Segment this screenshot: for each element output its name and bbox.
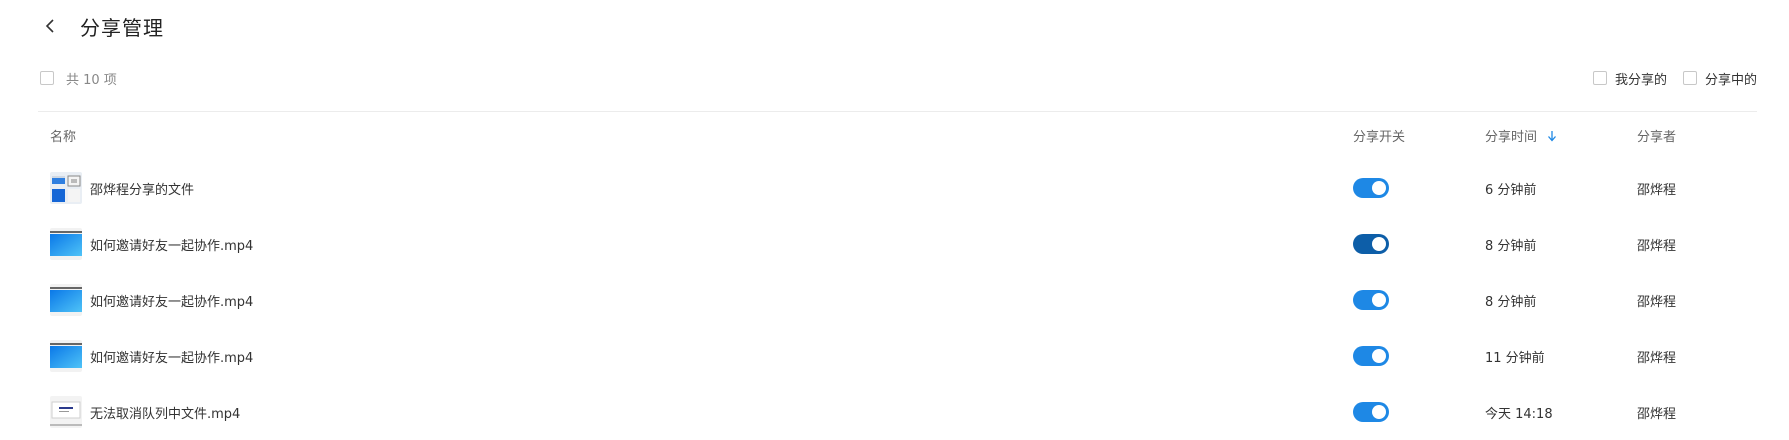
video-thumbnail <box>50 228 82 260</box>
column-header-time-label: 分享时间 <box>1485 130 1538 145</box>
file-name[interactable]: 如何邀请好友一起协作.mp4 <box>90 291 253 310</box>
share-toggle[interactable] <box>1353 402 1389 422</box>
share-owner: 邵烨程 <box>1637 350 1677 366</box>
share-time: 8 分钟前 <box>1485 294 1537 310</box>
table-header: 名称 分享开关 分享时间 分享者 <box>0 124 1789 146</box>
select-all-checkbox[interactable] <box>40 71 54 85</box>
share-time: 8 分钟前 <box>1485 238 1537 254</box>
video-thumbnail <box>50 340 82 372</box>
share-time: 11 分钟前 <box>1485 350 1545 366</box>
back-button[interactable] <box>38 14 62 38</box>
chevron-left-icon <box>45 19 54 33</box>
column-header-toggle: 分享开关 <box>1353 130 1406 145</box>
filter-checkbox[interactable] <box>1682 71 1697 85</box>
file-name[interactable]: 如何邀请好友一起协作.mp4 <box>90 235 253 254</box>
share-time: 今天 14:18 <box>1485 406 1553 422</box>
filter-label: 分享中的 <box>1704 72 1757 88</box>
table-row[interactable]: 如何邀请好友一起协作.mp4 11 分钟前 邵烨程 <box>0 328 1789 384</box>
table-row[interactable]: 如何邀请好友一起协作.mp4 8 分钟前 邵烨程 <box>0 216 1789 272</box>
video-screen-thumbnail <box>50 396 82 428</box>
toggle-knob <box>1372 349 1386 363</box>
video-thumbnail <box>50 284 82 316</box>
arrow-down-icon <box>1548 130 1557 141</box>
filter-sharing-active[interactable]: 分享中的 <box>1682 69 1757 88</box>
share-list: 邵烨程分享的文件 6 分钟前 邵烨程 如何邀请好友一起协作.mp4 8 分钟前 … <box>0 160 1789 440</box>
share-owner: 邵烨程 <box>1637 238 1677 254</box>
page-header: 分享管理 <box>38 8 164 44</box>
share-toggle[interactable] <box>1353 234 1389 254</box>
file-name[interactable]: 如何邀请好友一起协作.mp4 <box>90 347 253 366</box>
share-time: 6 分钟前 <box>1485 182 1537 198</box>
filter-label: 我分享的 <box>1614 72 1667 88</box>
item-count: 共 10 项 <box>66 72 117 88</box>
toolbar: 共 10 项 我分享的 分享中的 <box>40 66 1757 90</box>
share-toggle[interactable] <box>1353 346 1389 366</box>
table-row[interactable]: 如何邀请好友一起协作.mp4 8 分钟前 邵烨程 <box>0 272 1789 328</box>
toggle-knob <box>1372 293 1386 307</box>
filter-checkbox[interactable] <box>1592 71 1607 85</box>
page-title: 分享管理 <box>80 15 164 40</box>
share-owner: 邵烨程 <box>1637 406 1677 422</box>
share-owner: 邵烨程 <box>1637 182 1677 198</box>
divider <box>38 111 1757 112</box>
share-toggle[interactable] <box>1353 290 1389 310</box>
file-name[interactable]: 邵烨程分享的文件 <box>90 179 194 198</box>
table-row[interactable]: 邵烨程分享的文件 6 分钟前 邵烨程 <box>0 160 1789 216</box>
toggle-knob <box>1372 237 1386 251</box>
column-header-time[interactable]: 分享时间 <box>1485 126 1557 145</box>
toggle-knob <box>1372 181 1386 195</box>
toggle-knob <box>1372 405 1386 419</box>
folder-collage-thumbnail <box>50 172 82 204</box>
filter-shared-by-me[interactable]: 我分享的 <box>1592 69 1667 88</box>
table-row[interactable]: 无法取消队列中文件.mp4 今天 14:18 邵烨程 <box>0 384 1789 440</box>
share-toggle[interactable] <box>1353 178 1389 198</box>
column-header-name: 名称 <box>50 130 77 145</box>
share-owner: 邵烨程 <box>1637 294 1677 310</box>
column-header-owner: 分享者 <box>1637 130 1677 145</box>
file-name[interactable]: 无法取消队列中文件.mp4 <box>90 403 240 422</box>
filter-group: 我分享的 分享中的 <box>1592 69 1757 88</box>
